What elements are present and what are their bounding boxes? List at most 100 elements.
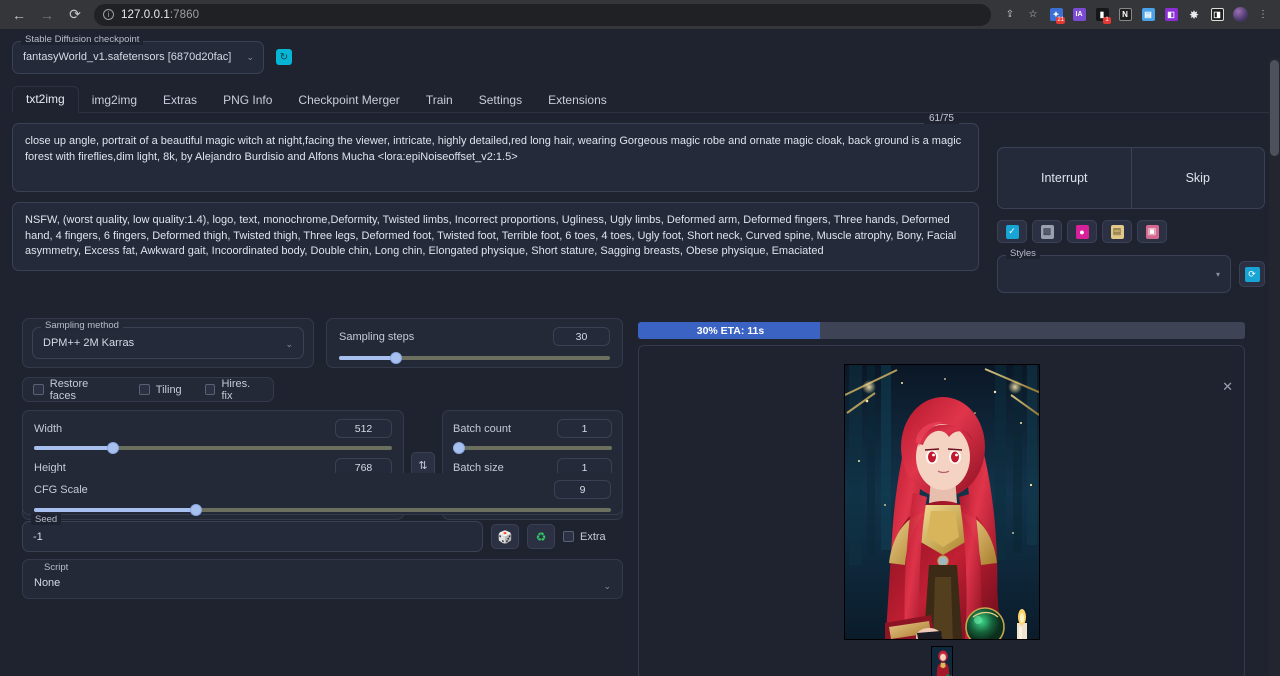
batch-count-value[interactable]: 1 <box>557 419 612 438</box>
chevron-down-icon[interactable]: ▾ <box>1216 270 1220 279</box>
extension-purple-icon[interactable]: ◧ <box>1160 4 1182 26</box>
main-tabs: txt2img img2img Extras PNG Info Checkpoi… <box>12 85 1270 113</box>
chevron-down-icon[interactable]: ⌄ <box>603 581 611 592</box>
sampling-steps-label: Sampling steps <box>339 331 414 343</box>
width-slider[interactable] <box>34 446 392 450</box>
batch-count-label: Batch count <box>453 423 511 435</box>
checkpoint-dropdown[interactable]: Stable Diffusion checkpoint fantasyWorld… <box>12 41 264 74</box>
toggles-card: Restore faces Tiling Hires. fix <box>22 377 274 402</box>
height-label: Height <box>34 462 66 474</box>
token-counter: 61/75 <box>924 113 959 124</box>
batch-size-label: Batch size <box>453 462 504 474</box>
negative-prompt-input[interactable]: NSFW, (worst quality, low quality:1.4), … <box>12 202 979 271</box>
restore-progress-button[interactable]: ✓ <box>997 220 1027 243</box>
tab-train[interactable]: Train <box>413 88 466 113</box>
share-icon[interactable]: ⇪ <box>999 4 1021 26</box>
styles-row: Styles ▾ ⟳ <box>997 255 1265 293</box>
webui-page: Stable Diffusion checkpoint fantasyWorld… <box>0 29 1280 676</box>
prompt-input[interactable]: close up angle, portrait of a beautiful … <box>12 123 979 192</box>
sampling-steps-value[interactable]: 30 <box>553 327 610 346</box>
tab-settings[interactable]: Settings <box>466 88 535 113</box>
back-arrow-icon[interactable]: ← <box>6 3 32 27</box>
chevron-down-icon[interactable]: ⌄ <box>246 52 254 63</box>
batch-count-slider[interactable] <box>453 446 612 450</box>
sampling-steps-slider[interactable] <box>339 356 610 360</box>
progress-bar: 30% ETA: 11s <box>638 322 1245 339</box>
gallery-thumbnails <box>931 646 953 676</box>
save-style-button[interactable]: ▣ <box>1137 220 1167 243</box>
tab-extensions[interactable]: Extensions <box>535 88 620 113</box>
seed-label: Seed <box>31 514 61 525</box>
cfg-scale-slider[interactable] <box>34 508 611 512</box>
seed-value: -1 <box>23 522 482 552</box>
tiling-checkbox[interactable]: Tiling <box>139 384 182 396</box>
width-value[interactable]: 512 <box>335 419 392 438</box>
extra-seed-checkbox[interactable]: Extra <box>563 531 623 543</box>
checkpoint-value: fantasyWorld_v1.safetensors [6870d20fac] <box>23 51 231 63</box>
extension-badge-21-icon[interactable]: ✦21 <box>1045 4 1067 26</box>
extension-notion-icon[interactable]: N <box>1114 4 1136 26</box>
script-value: None <box>32 564 613 589</box>
bookmark-star-icon[interactable]: ☆ <box>1022 4 1044 26</box>
paintbrush-button[interactable]: ● <box>1067 220 1097 243</box>
trash-button[interactable]: ▩ <box>1032 220 1062 243</box>
profile-avatar[interactable] <box>1229 4 1251 26</box>
scrollbar-thumb[interactable] <box>1270 60 1279 156</box>
apply-style-button[interactable]: ⟳ <box>1239 261 1265 287</box>
generated-image[interactable] <box>844 364 1040 640</box>
page-scrollbar[interactable]: ▲ ▼ <box>1269 58 1280 676</box>
tab-extras[interactable]: Extras <box>150 88 210 113</box>
hires-fix-label: Hires. fix <box>221 378 263 402</box>
generation-settings: Sampling method DPM++ 2M Karras ⌄ Sampli… <box>22 318 623 520</box>
reuse-seed-recycle-button[interactable]: ♻ <box>527 524 555 549</box>
checkpoint-label: Stable Diffusion checkpoint <box>21 34 143 45</box>
styles-label: Styles <box>1006 248 1040 259</box>
generate-panel-column: Interrupt Skip ✓ ▩ ● ▤ ▣ Styles ▾ ⟳ <box>997 147 1265 293</box>
extension-split-icon[interactable]: ◨ <box>1206 4 1228 26</box>
sampling-method-label: Sampling method <box>41 320 123 331</box>
sampler-steps-row: Sampling method DPM++ 2M Karras ⌄ Sampli… <box>22 318 623 368</box>
image-gallery: ✕ <box>638 345 1245 676</box>
skip-button[interactable]: Skip <box>1132 148 1265 208</box>
close-icon[interactable]: ✕ <box>1222 379 1233 395</box>
tab-checkpoint-merger[interactable]: Checkpoint Merger <box>285 88 412 113</box>
prompt-area: 61/75 close up angle, portrait of a beau… <box>12 123 987 271</box>
dice-icon: 🎲 <box>498 530 513 544</box>
reload-icon[interactable]: ⟳ <box>62 3 88 27</box>
tab-txt2img[interactable]: txt2img <box>12 86 79 113</box>
extension-image-icon[interactable]: ▤ <box>1137 4 1159 26</box>
sampling-method-dropdown[interactable]: Sampling method DPM++ 2M Karras ⌄ <box>32 327 304 359</box>
refresh-checkpoints-button[interactable]: ↻ <box>276 49 292 65</box>
browser-extension-icons: ⇪ ☆ ✦21 IA ▮1 N ▤ ◧ ✸ ◨ ⋮ <box>999 4 1274 26</box>
styles-dropdown[interactable]: Styles ▾ <box>997 255 1231 293</box>
progress-label: 30% ETA: 11s <box>638 322 823 339</box>
forward-arrow-icon[interactable]: → <box>34 3 60 27</box>
sampling-method-card: Sampling method DPM++ 2M Karras ⌄ <box>22 318 314 368</box>
site-info-icon[interactable]: i <box>103 9 114 20</box>
tab-img2img[interactable]: img2img <box>79 88 150 113</box>
interrupt-button[interactable]: Interrupt <box>998 148 1131 208</box>
script-card: Script None ⌄ <box>22 559 623 599</box>
generate-panel: Interrupt Skip <box>997 147 1265 209</box>
script-label: Script <box>40 562 72 573</box>
extension-dark-badge-icon[interactable]: ▮1 <box>1091 4 1113 26</box>
script-dropdown[interactable]: Script None ⌄ <box>32 564 613 595</box>
extensions-puzzle-icon[interactable]: ✸ <box>1183 4 1205 26</box>
tab-png-info[interactable]: PNG Info <box>210 88 285 113</box>
restore-faces-label: Restore faces <box>50 378 116 402</box>
chrome-menu-icon[interactable]: ⋮ <box>1252 4 1274 26</box>
address-bar[interactable]: i 127.0.0.1:7860 <box>94 4 991 26</box>
thumbnail-item[interactable] <box>931 646 953 676</box>
restore-faces-checkbox[interactable]: Restore faces <box>33 378 116 402</box>
seed-row: Seed -1 🎲 ♻ Extra <box>22 521 623 552</box>
chevron-down-icon[interactable]: ⌄ <box>285 339 293 350</box>
extension-ia-icon[interactable]: IA <box>1068 4 1090 26</box>
cfg-scale-label: CFG Scale <box>34 484 88 496</box>
cfg-scale-value[interactable]: 9 <box>554 480 611 499</box>
random-seed-dice-button[interactable]: 🎲 <box>491 524 519 549</box>
extra-label: Extra <box>580 531 606 543</box>
seed-input[interactable]: Seed -1 <box>22 521 483 552</box>
clipboard-button[interactable]: ▤ <box>1102 220 1132 243</box>
hires-fix-checkbox[interactable]: Hires. fix <box>205 378 263 402</box>
address-bar-url: 127.0.0.1:7860 <box>121 9 199 21</box>
